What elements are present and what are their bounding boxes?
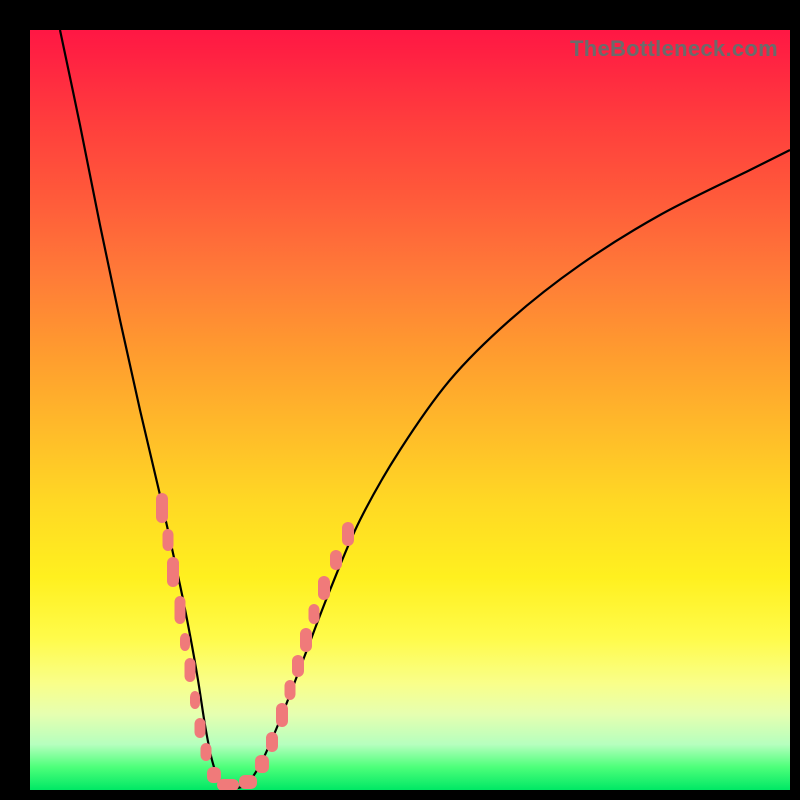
data-marker [207,767,221,783]
marker-group [156,493,354,790]
chart-frame: TheBottleneck.com [0,0,800,800]
data-marker [309,604,320,624]
plot-area: TheBottleneck.com [30,30,790,790]
data-marker [276,703,288,727]
data-marker [300,628,312,652]
data-marker [266,732,278,752]
data-marker [239,775,257,789]
curve-overlay [30,30,790,790]
data-marker [167,557,179,587]
data-marker [318,576,330,600]
data-marker [292,655,304,677]
data-marker [255,755,269,773]
data-marker [163,529,174,551]
v-curve [60,30,790,788]
data-marker [217,779,239,790]
data-marker [180,633,190,651]
data-marker [175,596,186,624]
data-marker [185,658,196,682]
data-marker [285,680,296,700]
data-marker [190,691,200,709]
data-marker [342,522,354,546]
data-marker [330,550,342,570]
data-marker [195,718,206,738]
data-marker [156,493,168,523]
data-marker [201,743,212,761]
